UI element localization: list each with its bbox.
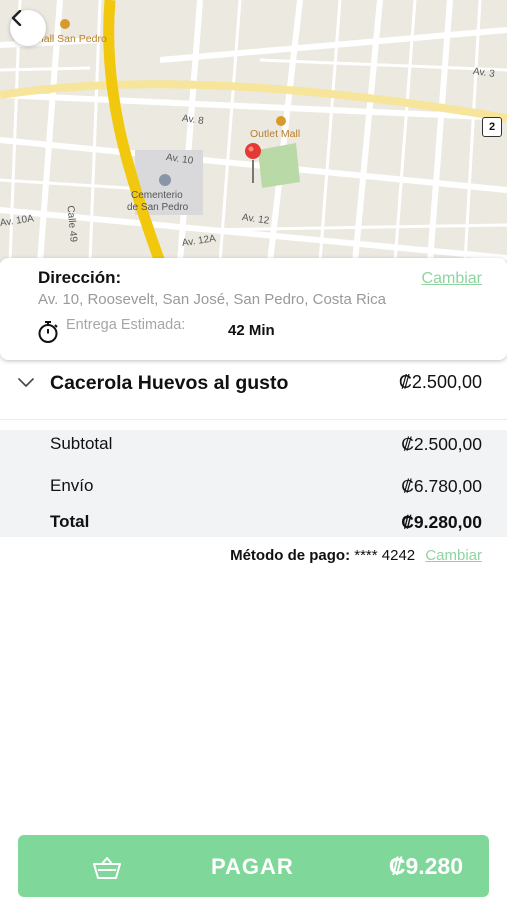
eta-label: Entrega Estimada: <box>66 317 186 333</box>
pay-amount: ₡9.280 <box>388 853 463 879</box>
subtotal-label: Subtotal <box>50 434 113 453</box>
order-item-row[interactable]: Cacerola Huevos al gusto ₡2.500,00 <box>0 362 507 420</box>
shipping-value: ₡6.780,00 <box>401 476 482 496</box>
map-label-outlet-mall: Outlet Mall <box>250 128 301 140</box>
chevron-down-icon[interactable] <box>18 378 34 388</box>
chevron-left-icon <box>11 10 22 26</box>
change-address-link[interactable]: Cambiar <box>422 270 482 288</box>
route-number-badge: 2 <box>482 117 502 137</box>
pay-button[interactable]: PAGAR ₡9.280 <box>18 835 489 897</box>
total-row: Total ₡9.280,00 <box>0 512 507 536</box>
address-card: Dirección: Cambiar Av. 10, Roosevelt, Sa… <box>0 258 507 360</box>
shipping-row: Envío ₡6.780,00 <box>0 476 507 500</box>
change-payment-link[interactable]: Cambiar <box>425 547 482 564</box>
order-summary: Subtotal ₡2.500,00 Envío ₡6.780,00 Total… <box>0 430 507 537</box>
item-price: ₡2.500,00 <box>398 372 482 392</box>
shipping-label: Envío <box>50 476 94 495</box>
payment-card: **** 4242 <box>354 547 416 564</box>
map-label-cementerio: Cementerio <box>131 190 183 201</box>
stopwatch-icon <box>38 321 58 343</box>
basket-icon <box>93 857 121 879</box>
map-label-de-san-pedro: de San Pedro <box>127 202 189 213</box>
back-button[interactable] <box>10 10 46 46</box>
subtotal-row: Subtotal ₡2.500,00 <box>0 434 507 458</box>
payment-method-label: Método de pago: <box>230 547 351 564</box>
total-value: ₡9.280,00 <box>401 512 482 532</box>
map-view[interactable]: Mall San Pedro Outlet Mall Av. 8 Av. 10 … <box>0 0 507 262</box>
address-title: Dirección: <box>38 268 122 287</box>
total-label: Total <box>50 512 90 531</box>
item-name: Cacerola Huevos al gusto <box>50 372 289 394</box>
pay-label: PAGAR <box>211 854 294 879</box>
eta-value: 42 Min <box>228 322 275 339</box>
address-text: Av. 10, Roosevelt, San José, San Pedro, … <box>38 291 386 308</box>
subtotal-value: ₡2.500,00 <box>401 434 482 454</box>
map-label-mall-san-pedro: Mall San Pedro <box>35 33 107 45</box>
payment-method: Método de pago: **** 4242 Cambiar <box>230 547 482 564</box>
